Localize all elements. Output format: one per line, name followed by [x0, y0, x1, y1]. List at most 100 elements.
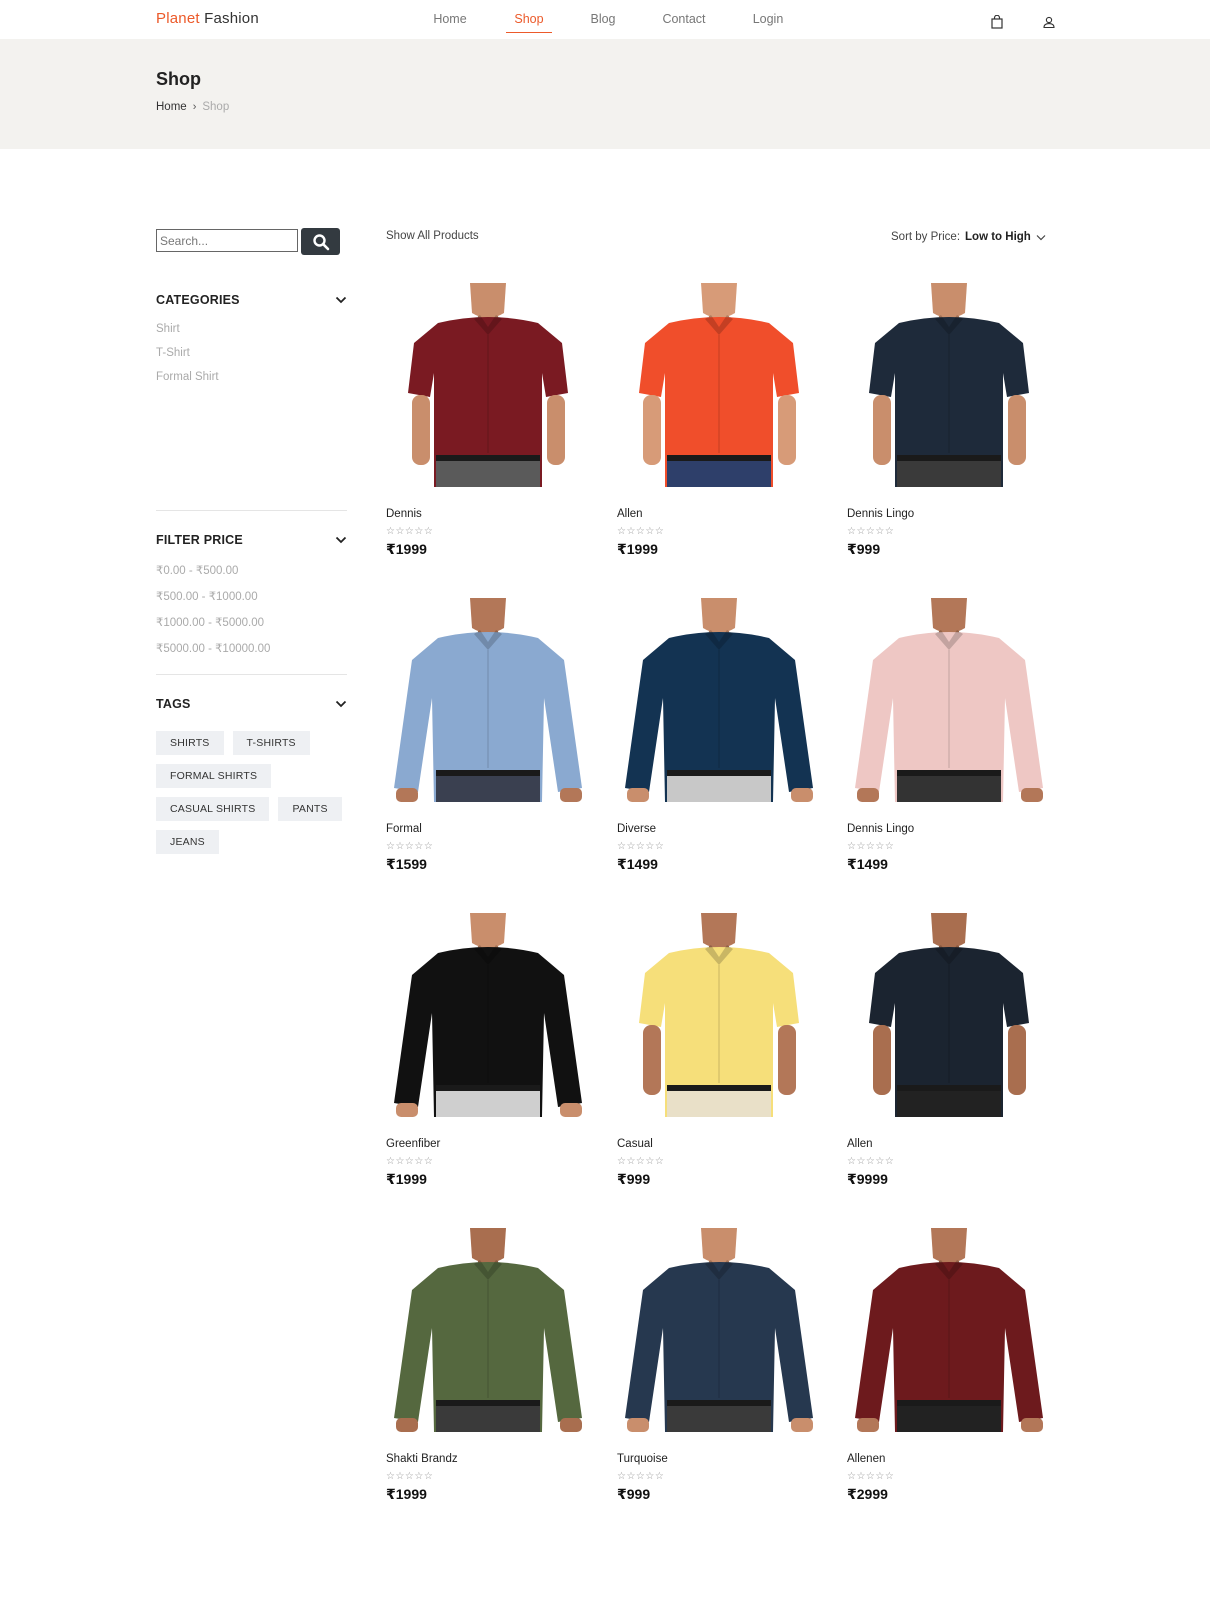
- product-card[interactable]: Allenen ☆☆☆☆☆ ₹2999: [847, 1228, 1057, 1503]
- rating-stars-icon: ☆☆☆☆☆: [847, 526, 895, 537]
- product-price: ₹9999: [847, 1171, 888, 1187]
- sort-value: Low to High: [965, 231, 1031, 243]
- product-image[interactable]: [617, 1228, 822, 1432]
- rating-stars-icon: ☆☆☆☆☆: [617, 526, 665, 537]
- product-image[interactable]: [386, 598, 591, 802]
- price-range-item[interactable]: ₹500.00 - ₹1000.00: [156, 589, 347, 603]
- price-range-item[interactable]: ₹0.00 - ₹500.00: [156, 563, 347, 577]
- rating-stars-icon: ☆☆☆☆☆: [386, 526, 434, 537]
- rating-stars-icon: ☆☆☆☆☆: [386, 1471, 434, 1482]
- search-button[interactable]: [301, 228, 340, 255]
- tags-section: TAGS SHIRTS T-SHIRTS FORMAL SHIRTS CASUA…: [156, 697, 347, 854]
- breadcrumb-separator-icon: ›: [192, 101, 197, 113]
- price-range-item[interactable]: ₹5000.00 - ₹10000.00: [156, 641, 347, 655]
- tags-title: TAGS: [156, 697, 191, 711]
- product-price: ₹1999: [617, 541, 658, 557]
- product-name[interactable]: Allen: [617, 508, 827, 520]
- product-image[interactable]: [386, 283, 591, 487]
- product-card[interactable]: Formal ☆☆☆☆☆ ₹1599: [386, 598, 596, 873]
- nav-login[interactable]: Login: [750, 12, 786, 26]
- categories-section: CATEGORIES Shirt T-Shirt Formal Shirt: [156, 293, 347, 395]
- price-range-item[interactable]: ₹1000.00 - ₹5000.00: [156, 615, 347, 629]
- rating-stars-icon: ☆☆☆☆☆: [617, 1156, 665, 1167]
- product-price: ₹999: [617, 1486, 651, 1502]
- rating-stars-icon: ☆☆☆☆☆: [617, 1471, 665, 1482]
- site-header: Planet Fashion Home Shop Blog Contact Lo…: [0, 0, 1210, 39]
- product-name[interactable]: Casual: [617, 1138, 827, 1150]
- product-card[interactable]: Allen ☆☆☆☆☆ ₹9999: [847, 913, 1057, 1188]
- show-all-products-link[interactable]: Show All Products: [386, 230, 479, 242]
- product-name[interactable]: Formal: [386, 823, 596, 835]
- page-banner: Shop Home › Shop: [0, 39, 1210, 149]
- sort-label: Sort by Price:: [891, 231, 961, 243]
- product-card[interactable]: Dennis Lingo ☆☆☆☆☆ ₹999: [847, 283, 1057, 558]
- tag-shirts[interactable]: SHIRTS: [156, 731, 224, 755]
- product-image[interactable]: [847, 598, 1052, 802]
- tag-casual-shirts[interactable]: CASUAL SHIRTS: [156, 797, 270, 821]
- tags-header[interactable]: TAGS: [156, 697, 347, 711]
- product-card[interactable]: Dennis Lingo ☆☆☆☆☆ ₹1499: [847, 598, 1057, 873]
- product-name[interactable]: Dennis Lingo: [847, 823, 1057, 835]
- product-card[interactable]: Dennis ☆☆☆☆☆ ₹1999: [386, 283, 596, 558]
- product-card[interactable]: Diverse ☆☆☆☆☆ ₹1499: [617, 598, 827, 873]
- product-name[interactable]: Allenen: [847, 1453, 1057, 1465]
- category-item[interactable]: Shirt: [156, 323, 347, 335]
- product-card[interactable]: Shakti Brandz ☆☆☆☆☆ ₹1999: [386, 1228, 596, 1503]
- chevron-down-icon: [1036, 234, 1046, 240]
- product-card[interactable]: Greenfiber ☆☆☆☆☆ ₹1999: [386, 913, 596, 1188]
- rating-stars-icon: ☆☆☆☆☆: [847, 1471, 895, 1482]
- brand-part-2: Fashion: [204, 10, 259, 27]
- product-image[interactable]: [617, 598, 822, 802]
- product-name[interactable]: Diverse: [617, 823, 827, 835]
- product-name[interactable]: Turquoise: [617, 1453, 827, 1465]
- product-name[interactable]: Shakti Brandz: [386, 1453, 596, 1465]
- product-image[interactable]: [847, 1228, 1052, 1432]
- chevron-down-icon: [335, 700, 347, 708]
- nav-contact[interactable]: Contact: [660, 12, 708, 26]
- filter-price-title: FILTER PRICE: [156, 533, 243, 547]
- product-name[interactable]: Dennis Lingo: [847, 508, 1057, 520]
- main-nav: Home Shop Blog Contact Login: [430, 12, 786, 33]
- shopping-bag-icon[interactable]: [990, 15, 1004, 29]
- rating-stars-icon: ☆☆☆☆☆: [847, 841, 895, 852]
- product-name[interactable]: Greenfiber: [386, 1138, 596, 1150]
- product-price: ₹1599: [386, 856, 427, 872]
- tag-t-shirts[interactable]: T-SHIRTS: [232, 731, 310, 755]
- category-item[interactable]: Formal Shirt: [156, 371, 347, 383]
- product-image[interactable]: [847, 283, 1052, 487]
- brand-logo[interactable]: Planet Fashion: [156, 10, 259, 27]
- sidebar-divider: [156, 510, 347, 511]
- search-input[interactable]: [156, 229, 298, 252]
- page-title: Shop: [156, 69, 201, 89]
- nav-home[interactable]: Home: [430, 12, 470, 26]
- product-image[interactable]: [617, 283, 822, 487]
- product-name[interactable]: Dennis: [386, 508, 596, 520]
- nav-shop[interactable]: Shop: [506, 12, 552, 33]
- sidebar-divider: [156, 674, 347, 675]
- tag-pants[interactable]: PANTS: [278, 797, 342, 821]
- tag-formal-shirts[interactable]: FORMAL SHIRTS: [156, 764, 272, 788]
- rating-stars-icon: ☆☆☆☆☆: [617, 841, 665, 852]
- product-card[interactable]: Allen ☆☆☆☆☆ ₹1999: [617, 283, 827, 558]
- user-icon[interactable]: [1042, 15, 1056, 29]
- chevron-down-icon: [335, 296, 347, 304]
- product-name[interactable]: Allen: [847, 1138, 1057, 1150]
- product-image[interactable]: [386, 913, 591, 1117]
- filter-price-header[interactable]: FILTER PRICE: [156, 533, 347, 547]
- product-card[interactable]: Casual ☆☆☆☆☆ ₹999: [617, 913, 827, 1188]
- product-price: ₹999: [847, 541, 881, 557]
- product-image[interactable]: [617, 913, 822, 1117]
- breadcrumb-home[interactable]: Home: [156, 101, 187, 113]
- nav-blog[interactable]: Blog: [588, 12, 618, 26]
- tag-jeans[interactable]: JEANS: [156, 830, 219, 854]
- product-image[interactable]: [386, 1228, 591, 1432]
- sort-dropdown[interactable]: Sort by Price: Low to High: [891, 231, 1046, 243]
- product-price: ₹2999: [847, 1486, 888, 1502]
- product-card[interactable]: Turquoise ☆☆☆☆☆ ₹999: [617, 1228, 827, 1503]
- categories-header[interactable]: CATEGORIES: [156, 293, 347, 307]
- category-item[interactable]: T-Shirt: [156, 347, 347, 359]
- search-icon: [312, 233, 329, 250]
- product-price: ₹1999: [386, 541, 427, 557]
- product-price: ₹999: [617, 1171, 651, 1187]
- product-image[interactable]: [847, 913, 1052, 1117]
